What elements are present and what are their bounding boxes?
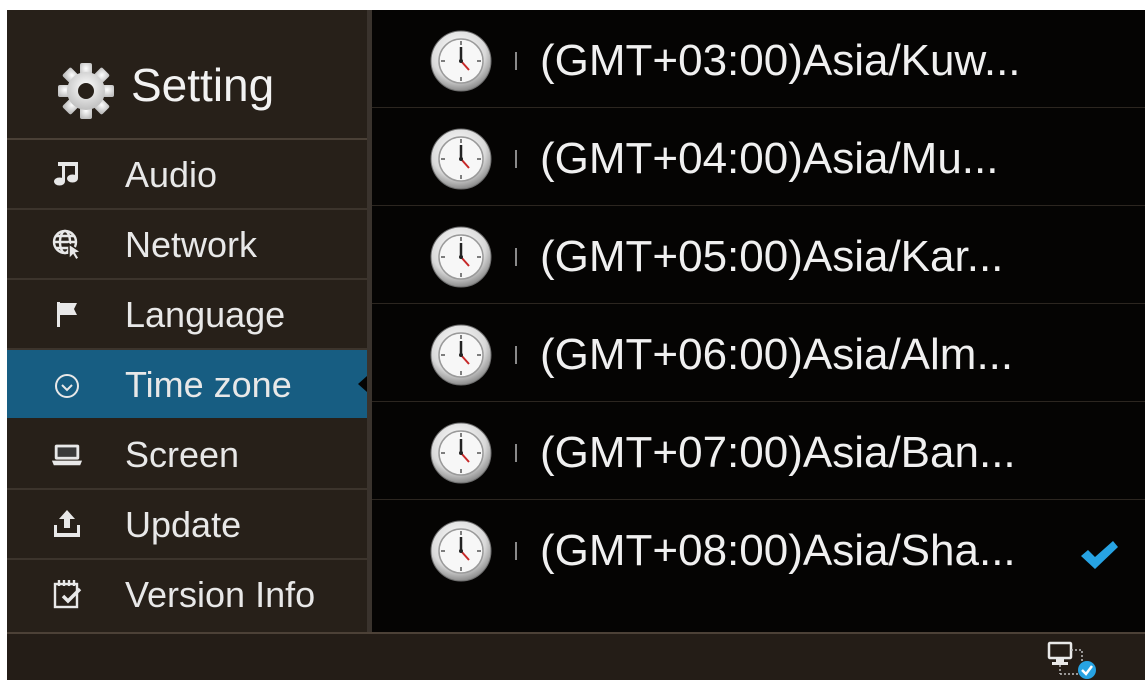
timezone-label: (GMT+08:00)Asia/Sha... [540,526,1016,575]
timezone-row[interactable]: (GMT+07:00)Asia/Ban... [372,402,1145,500]
clock-icon [430,422,492,484]
timezone-label: (GMT+06:00)Asia/Alm... [540,330,1014,379]
clock-icon [430,226,492,288]
flag-icon [51,298,83,330]
music-note-icon [51,158,83,190]
separator-bar [515,346,517,364]
sidebar-item-screen[interactable]: Screen [7,420,367,490]
notepad-check-icon [51,578,83,610]
separator-bar [515,542,517,560]
gear-icon [57,62,115,120]
timezone-row[interactable]: (GMT+04:00)Asia/Mu... [372,108,1145,206]
sidebar-header: Setting [7,10,367,138]
timezone-row[interactable]: (GMT+05:00)Asia/Kar... [372,206,1145,304]
sidebar-item-label: Screen [125,434,240,475]
sidebar-item-language[interactable]: Language [7,280,367,350]
checkmark-icon [1078,538,1120,572]
separator-bar [515,248,517,266]
sidebar-item-update[interactable]: Update [7,490,367,560]
timezone-label: (GMT+05:00)Asia/Kar... [540,232,1004,281]
selection-pointer [358,376,367,392]
separator-bar [515,444,517,462]
upload-icon [51,508,83,540]
timezone-list: (GMT+03:00)Asia/Kuw... (GMT+04:00)Asia/M… [372,10,1145,632]
clock-icon [430,30,492,92]
status-bar [7,632,1145,680]
globe-cursor-icon [51,228,83,260]
sidebar-item-label: Language [125,294,286,335]
clock-icon [430,520,492,582]
timezone-label: (GMT+03:00)Asia/Kuw... [540,36,1021,85]
sidebar-title: Setting [131,59,275,111]
clock-icon [430,324,492,386]
network-connected-icon [1047,640,1107,680]
separator-bar [515,52,517,70]
sidebar-item-label: Network [125,224,258,265]
sidebar-item-label: Time zone [125,364,292,405]
clock-outline-icon [51,368,83,400]
timezone-row[interactable]: (GMT+03:00)Asia/Kuw... [372,10,1145,108]
sidebar-item-label: Audio [125,154,218,195]
sidebar-item-label: Version Info [125,574,316,615]
timezone-row-selected[interactable]: (GMT+08:00)Asia/Sha... [372,500,1145,598]
sidebar: Setting Audio Network Language Time zone… [7,10,367,632]
timezone-row[interactable]: (GMT+06:00)Asia/Alm... [372,304,1145,402]
laptop-icon [51,438,83,470]
sidebar-item-version-info[interactable]: Version Info [7,560,367,628]
timezone-label: (GMT+07:00)Asia/Ban... [540,428,1016,477]
sidebar-item-audio[interactable]: Audio [7,140,367,210]
timezone-label: (GMT+04:00)Asia/Mu... [540,134,999,183]
settings-window: Setting Audio Network Language Time zone… [7,10,1145,680]
separator-bar [515,150,517,168]
clock-icon [430,128,492,190]
sidebar-item-label: Update [125,504,242,545]
sidebar-item-network[interactable]: Network [7,210,367,280]
sidebar-item-time-zone[interactable]: Time zone [7,350,367,418]
